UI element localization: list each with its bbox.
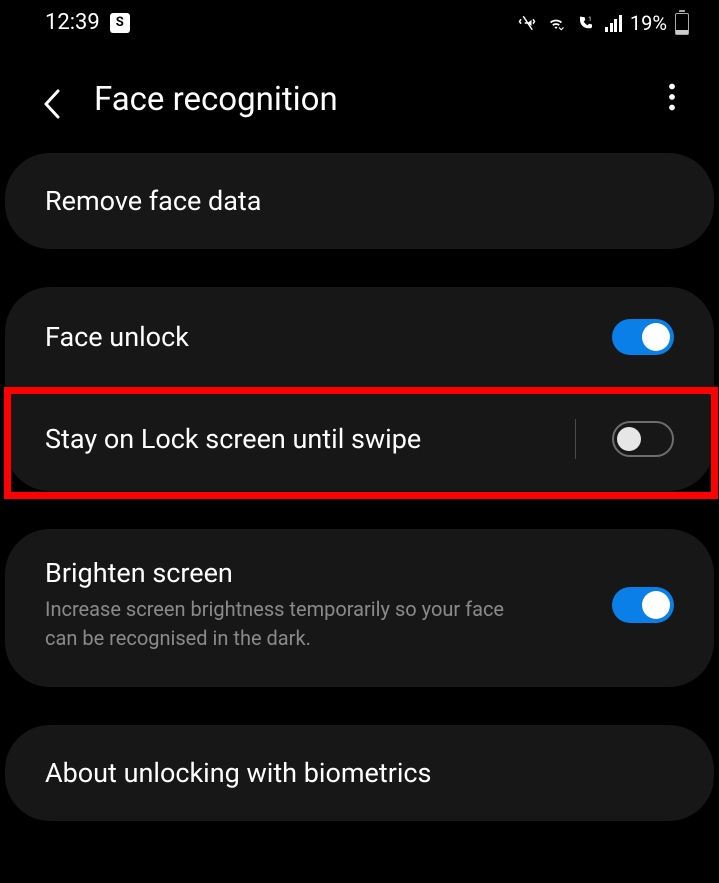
page-header: Face recognition [0,45,719,153]
app-notification-icon: S [110,13,130,33]
back-icon[interactable] [40,87,64,111]
stay-on-lock-row[interactable]: Stay on Lock screen until swipe [5,387,714,491]
vibrate-icon [517,14,537,32]
face-unlock-label: Face unlock [45,321,592,353]
wifi-icon [545,14,567,32]
unlock-settings-group: Face unlock Stay on Lock screen until sw… [5,287,714,491]
remove-face-data-label: Remove face data [45,185,674,217]
stay-on-lock-label: Stay on Lock screen until swipe [45,423,555,455]
brighten-screen-toggle[interactable] [612,587,674,623]
battery-icon [675,10,689,35]
more-options-icon[interactable] [660,75,684,123]
status-time: 12:39 [45,10,100,35]
status-bar: 12:39 S 1 19% [0,0,719,45]
brighten-screen-sub: Increase screen brightness temporarily s… [45,595,505,653]
battery-percent: 19% [630,11,667,35]
brighten-screen-row[interactable]: Brighten screen Increase screen brightne… [5,529,714,687]
about-biometrics-label: About unlocking with biometrics [45,757,674,789]
divider [575,419,576,459]
stay-on-lock-toggle[interactable] [612,421,674,457]
face-unlock-row[interactable]: Face unlock [5,287,714,387]
page-title: Face recognition [94,80,338,119]
face-unlock-toggle[interactable] [612,319,674,355]
remove-face-data-row[interactable]: Remove face data [5,153,714,249]
signal-icon [605,14,622,32]
brighten-screen-label: Brighten screen [45,557,592,589]
about-biometrics-row[interactable]: About unlocking with biometrics [5,725,714,821]
svg-text:1: 1 [589,15,592,22]
volte-icon: 1 [575,14,597,32]
